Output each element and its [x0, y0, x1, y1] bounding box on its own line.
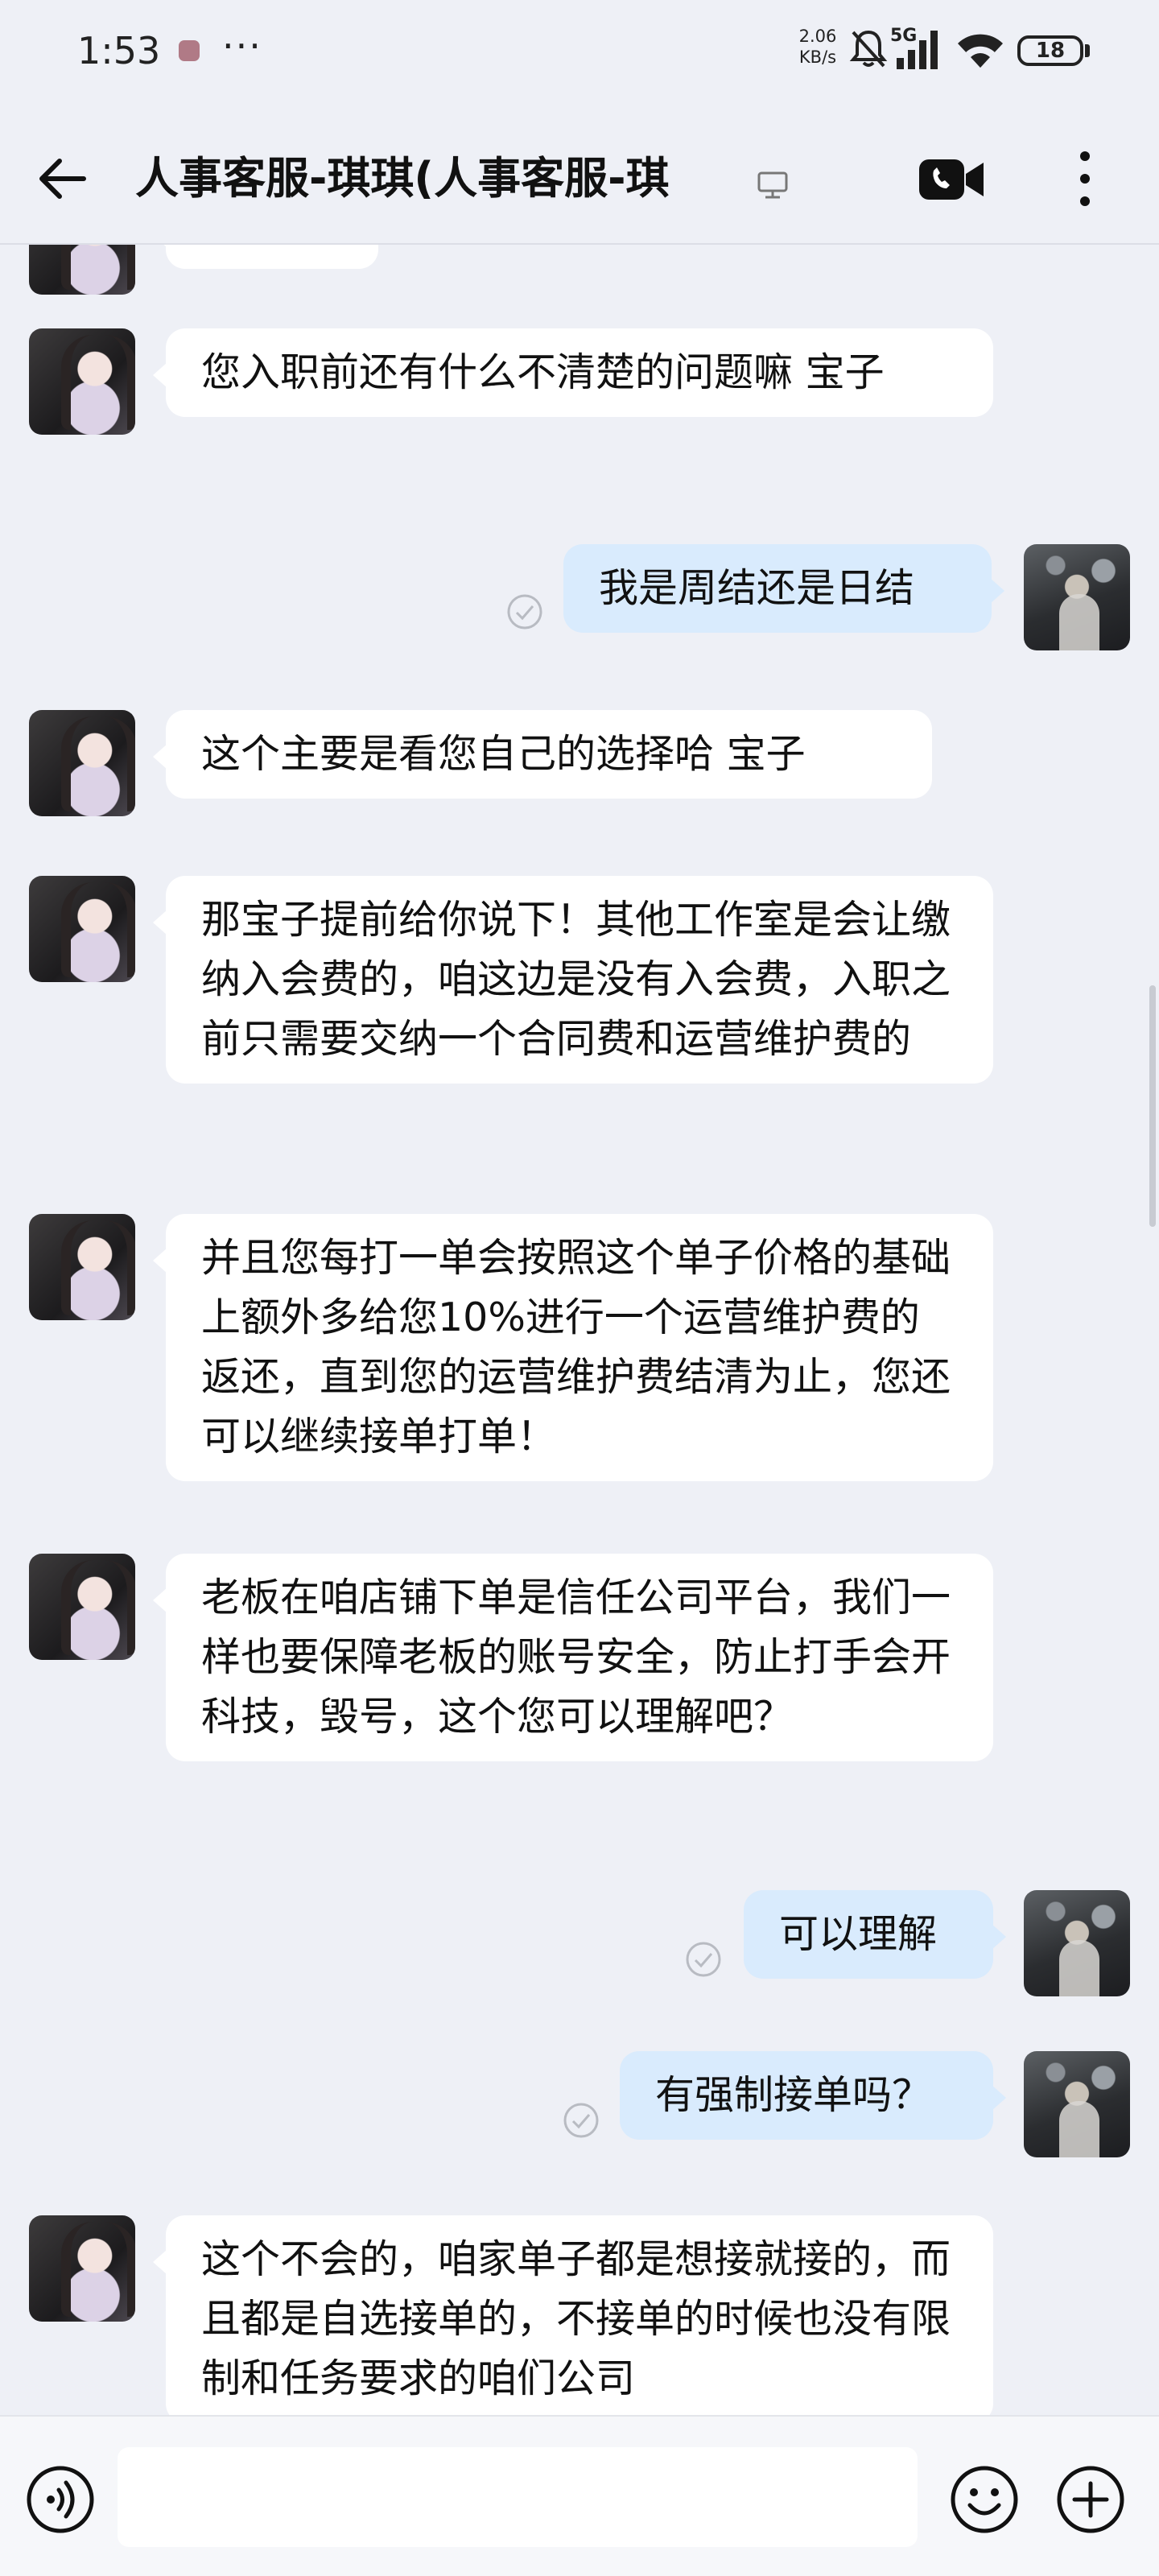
back-arrow-icon[interactable]: [32, 150, 90, 208]
emoji-icon[interactable]: [948, 2463, 1021, 2536]
read-check-icon: [507, 594, 542, 630]
status-more-dots: ···: [222, 24, 262, 68]
read-check-icon: [686, 1942, 721, 1977]
notification-app-icon: [179, 40, 200, 61]
battery-icon: 18: [1017, 35, 1083, 66]
chat-scrollbar[interactable]: [1149, 985, 1156, 1227]
net-speed: 2.06 KB/s: [798, 27, 837, 67]
chat-message-list[interactable]: 您入职前还有什么不清楚的问题嘛 宝子 我是周结还是日结 这个主要是看您自己的选择…: [0, 245, 1159, 2415]
message-bubble-outgoing[interactable]: 有强制接单吗？: [620, 2051, 1006, 2140]
chat-title[interactable]: 人事客服-琪琪(人事客服-琪: [135, 150, 747, 208]
mute-bell-icon: [849, 30, 888, 68]
message-bubble-incoming[interactable]: 这个主要是看您自己的选择哈 宝子: [153, 710, 932, 799]
message-bubble-outgoing[interactable]: 可以理解: [744, 1890, 1006, 1979]
wifi-icon: [958, 34, 1003, 68]
message-bubble-incoming[interactable]: 那宝子提前给你说下！其他工作室是会让缴纳入会费的，咱这边是没有入会费，入职之前只…: [153, 876, 993, 1084]
agent-avatar[interactable]: [29, 710, 135, 816]
agent-avatar[interactable]: [29, 1214, 135, 1320]
status-bar: 1:53 ··· 2.06 KB/s 5G 18: [0, 0, 1159, 105]
message-bubble-incoming[interactable]: 老板在咱店铺下单是信任公司平台，我们一样也要保障老板的账号安全，防止打手会开科技…: [153, 1554, 993, 1761]
user-avatar[interactable]: [1024, 1890, 1130, 1996]
message-bubble-incoming[interactable]: 并且您每打一单会按照这个单子价格的基础上额外多给您10%进行一个运营维护费的返还…: [153, 1214, 993, 1481]
agent-avatar[interactable]: [29, 328, 135, 435]
title-fade: [708, 150, 757, 208]
message-bubble-outgoing[interactable]: 我是周结还是日结: [563, 544, 1004, 633]
read-check-icon: [563, 2103, 599, 2138]
chat-header: 人事客服-琪琪(人事客服-琪: [0, 105, 1159, 245]
add-icon[interactable]: [1054, 2463, 1127, 2536]
message-bubble-incoming[interactable]: [153, 245, 378, 269]
battery-level: 18: [1035, 39, 1066, 63]
user-avatar[interactable]: [1024, 544, 1130, 650]
message-bubble-incoming[interactable]: 您入职前还有什么不清楚的问题嘛 宝子: [153, 328, 993, 417]
message-input[interactable]: [118, 2447, 918, 2547]
agent-avatar[interactable]: [29, 2215, 135, 2322]
message-bubble-incoming[interactable]: 这个不会的，咱家单子都是想接就接的，而且都是自选接单的，不接单的时候也没有限制和…: [153, 2215, 993, 2415]
status-time: 1:53: [77, 29, 161, 72]
battery-tip: [1085, 44, 1090, 57]
voice-icon[interactable]: [24, 2463, 97, 2536]
user-avatar[interactable]: [1024, 2051, 1130, 2157]
video-call-icon[interactable]: [918, 151, 985, 208]
agent-avatar[interactable]: [29, 245, 135, 295]
agent-avatar[interactable]: [29, 876, 135, 982]
monitor-icon: [757, 171, 788, 199]
signal-icon: [897, 31, 938, 69]
message-input-bar: [0, 2415, 1159, 2576]
more-vertical-icon[interactable]: [1069, 147, 1101, 211]
agent-avatar[interactable]: [29, 1554, 135, 1660]
